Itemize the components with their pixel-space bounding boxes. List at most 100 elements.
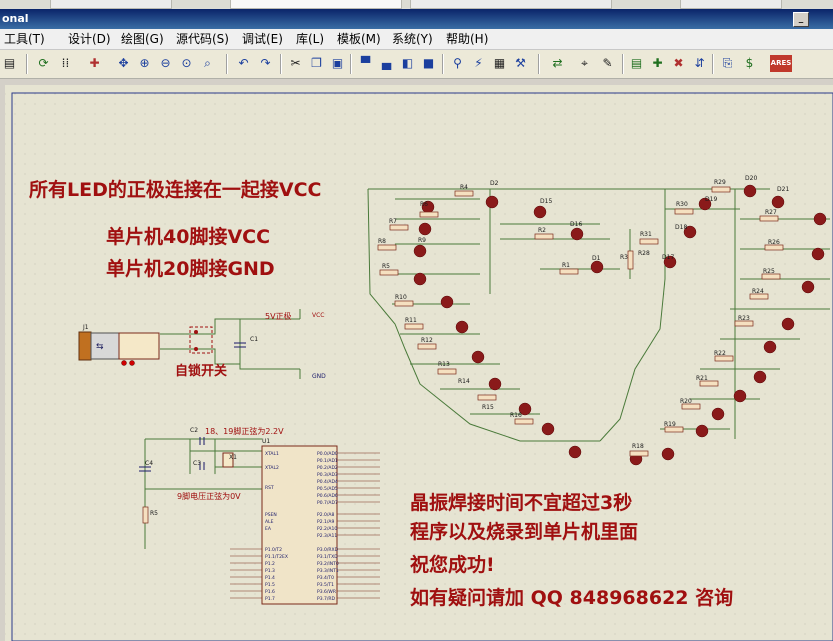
- toolbar: ▤ ⟳ ⁞⁞ ✚ ✥ ⊕ ⊖ ⊙ ⌕ ↶ ↷ ✂ ❐ ▣ ▀ ▄ ◧ ■ ⚲ ⚡…: [0, 50, 833, 79]
- menu-source[interactable]: 源代码(S): [176, 31, 229, 47]
- browser-tab-strip: [0, 0, 833, 9]
- led-d14[interactable]: [568, 445, 582, 459]
- background-tab[interactable]: [680, 0, 782, 9]
- svg-text:P3.5/T1: P3.5/T1: [317, 582, 334, 588]
- new-sheet-icon[interactable]: ▤: [0, 54, 19, 73]
- paste-icon[interactable]: ▣: [328, 54, 347, 73]
- led-d23[interactable]: [813, 212, 827, 226]
- goto-sheet-icon[interactable]: ⇵: [690, 54, 709, 73]
- redo-icon[interactable]: ↷: [256, 54, 275, 73]
- svg-text:P1.2: P1.2: [265, 561, 275, 567]
- led-d31[interactable]: [695, 424, 709, 438]
- usb-indicator: [121, 360, 127, 366]
- label-r5-reset: R5: [150, 510, 158, 517]
- menu-library[interactable]: 库(L): [296, 31, 324, 47]
- make-device-icon[interactable]: ⚡: [469, 54, 488, 73]
- svg-text:P1.7: P1.7: [265, 596, 275, 602]
- led-d20[interactable]: [743, 184, 757, 198]
- cut-icon[interactable]: ✂: [286, 54, 305, 73]
- zoom-out-icon[interactable]: ⊖: [156, 54, 175, 73]
- undo-icon[interactable]: ↶: [234, 54, 253, 73]
- zoom-in-icon[interactable]: ⊕: [135, 54, 154, 73]
- label-d1: D1: [592, 255, 601, 262]
- grid-icon[interactable]: ⁞⁞: [56, 54, 75, 73]
- led-d15[interactable]: [533, 205, 547, 219]
- svg-text:⇆: ⇆: [96, 342, 104, 352]
- toolbar-separator: [442, 54, 444, 74]
- menu-debug[interactable]: 调试(E): [242, 31, 283, 47]
- remove-sheet-icon[interactable]: ✖: [669, 54, 688, 73]
- copy-icon[interactable]: ❐: [307, 54, 326, 73]
- block-rotate-icon[interactable]: ◧: [398, 54, 417, 73]
- note-led-anode: 所有LED的正极连接在一起接VCC: [29, 179, 322, 201]
- led-d9[interactable]: [455, 320, 469, 334]
- label-r28: R28: [638, 250, 650, 257]
- label-d19: D19: [705, 196, 717, 203]
- label-d2: D2: [490, 180, 499, 187]
- background-tab[interactable]: [230, 0, 402, 9]
- svg-text:XTAL2: XTAL2: [265, 465, 279, 471]
- zoom-all-icon[interactable]: ⊙: [177, 54, 196, 73]
- led-d21[interactable]: [771, 195, 785, 209]
- toolbar-separator: [26, 54, 28, 74]
- minimize-button[interactable]: _: [793, 12, 809, 27]
- led-d10[interactable]: [471, 350, 485, 364]
- background-tab[interactable]: [50, 0, 172, 9]
- note-success: 祝您成功!: [410, 554, 495, 576]
- svg-text:P3.1/TXD: P3.1/TXD: [317, 554, 338, 560]
- bom-icon[interactable]: $: [740, 54, 759, 73]
- ares-icon[interactable]: ARES: [770, 55, 792, 72]
- block-delete-icon[interactable]: ■: [419, 54, 438, 73]
- led-d13[interactable]: [541, 422, 555, 436]
- menu-tools[interactable]: 工具(T): [4, 31, 45, 47]
- package-tool-icon[interactable]: ▦: [490, 54, 509, 73]
- zoom-area-icon[interactable]: ⌕: [198, 54, 217, 73]
- design-explorer-icon[interactable]: ▤: [627, 54, 646, 73]
- svg-text:PSEN: PSEN: [265, 512, 277, 518]
- svg-text:P3.7/RD: P3.7/RD: [317, 596, 336, 602]
- led-d30[interactable]: [711, 407, 725, 421]
- led-d28[interactable]: [753, 370, 767, 384]
- led-d8[interactable]: [440, 295, 454, 309]
- new-sheet-icon[interactable]: ✚: [648, 54, 667, 73]
- toolbar-separator: [280, 54, 282, 74]
- menu-system[interactable]: 系统(Y): [392, 31, 433, 47]
- search-tag-icon[interactable]: ⌖: [575, 54, 594, 73]
- export-icon[interactable]: ⎘: [718, 54, 737, 73]
- refresh-icon[interactable]: ⟳: [34, 54, 53, 73]
- block-move-icon[interactable]: ▄: [377, 54, 396, 73]
- menu-help[interactable]: 帮助(H): [446, 31, 488, 47]
- origin-icon[interactable]: ✚: [85, 54, 104, 73]
- svg-text:P2.0/A8: P2.0/A8: [317, 512, 334, 518]
- led-d5[interactable]: [418, 222, 432, 236]
- block-copy-icon[interactable]: ▀: [356, 54, 375, 73]
- led-d2[interactable]: [485, 195, 499, 209]
- led-d27[interactable]: [763, 340, 777, 354]
- pan-icon[interactable]: ✥: [114, 54, 133, 73]
- led-d6[interactable]: [413, 244, 427, 258]
- led-d7[interactable]: [413, 272, 427, 286]
- background-tab[interactable]: [410, 0, 612, 9]
- usb-indicator: [129, 360, 135, 366]
- schematic-editor[interactable]: ⇆ XTAL1 XTAL2 RST PSEN ALE EA P1.0/T2 P1…: [0, 79, 833, 641]
- menu-bar: 工具(T) 设计(D) 绘图(G) 源代码(S) 调试(E) 库(L) 模板(M…: [0, 29, 833, 50]
- menu-design[interactable]: 设计(D): [68, 31, 111, 47]
- led-d26[interactable]: [781, 317, 795, 331]
- led-d29[interactable]: [733, 389, 747, 403]
- svg-text:ALE: ALE: [265, 519, 274, 525]
- menu-graph[interactable]: 绘图(G): [121, 31, 164, 47]
- decompose-icon[interactable]: ⚒: [511, 54, 530, 73]
- menu-template[interactable]: 模板(M): [337, 31, 381, 47]
- led-d16[interactable]: [570, 227, 584, 241]
- svg-text:P3.2/INT0: P3.2/INT0: [317, 561, 339, 567]
- led-d24[interactable]: [811, 247, 825, 261]
- wire-autoroute-icon[interactable]: ⇄: [548, 54, 567, 73]
- svg-text:P0.3/AD3: P0.3/AD3: [317, 472, 338, 478]
- pick-device-icon[interactable]: ⚲: [448, 54, 467, 73]
- led-d11[interactable]: [488, 377, 502, 391]
- led-d1[interactable]: [590, 260, 604, 274]
- property-tool-icon[interactable]: ✎: [598, 54, 617, 73]
- led-d25[interactable]: [801, 280, 815, 294]
- led-d22[interactable]: [661, 447, 675, 461]
- usb-connector[interactable]: ⇆: [78, 331, 160, 361]
